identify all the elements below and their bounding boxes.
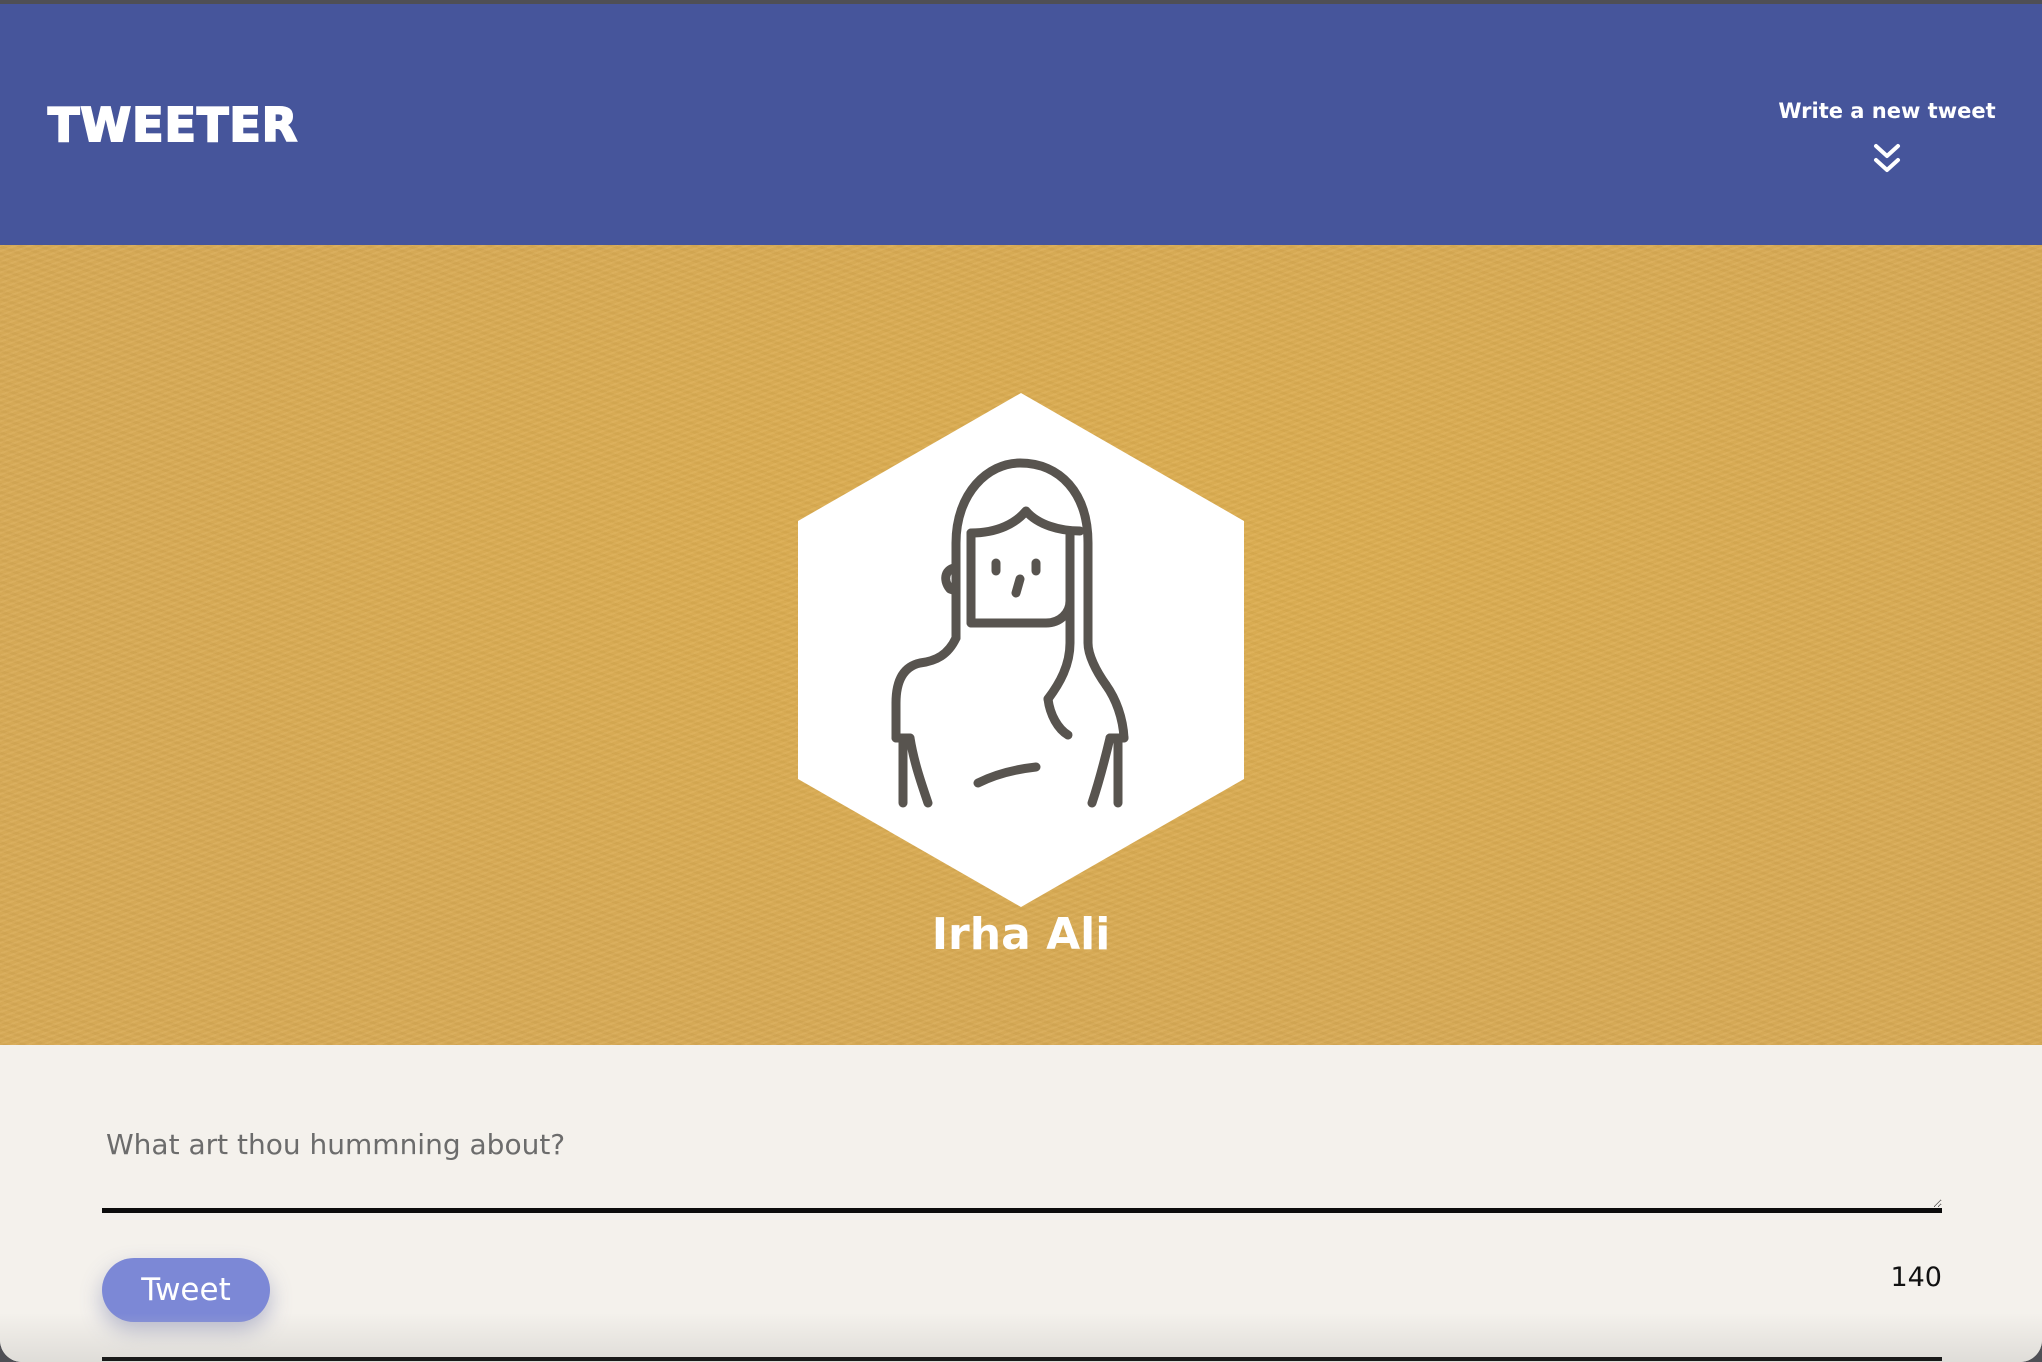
character-counter: 140 xyxy=(1890,1262,1942,1293)
double-chevron-down-icon xyxy=(1874,144,1900,172)
tweet-submit-button[interactable]: Tweet xyxy=(102,1258,270,1322)
write-new-tweet-label: Write a new tweet xyxy=(1778,99,1996,123)
divider xyxy=(102,1357,1942,1361)
app-window: TWEETER Write a new tweet Irha Ali What … xyxy=(0,4,2042,1362)
profile-user-name: Irha Ali xyxy=(931,909,1111,960)
user-avatar-icon xyxy=(798,393,1244,907)
scroll-fade xyxy=(0,1313,2042,1362)
brand-logo: TWEETER xyxy=(47,97,299,153)
profile-header: Irha Ali xyxy=(0,245,2042,1045)
avatar-hexagon xyxy=(798,393,1244,907)
new-tweet-form: Tweet 140 xyxy=(0,1045,2042,1362)
write-new-tweet-toggle[interactable]: Write a new tweet xyxy=(1772,96,2002,188)
top-navigation: TWEETER Write a new tweet xyxy=(0,4,2042,245)
tweet-text-input[interactable] xyxy=(102,1125,1942,1213)
